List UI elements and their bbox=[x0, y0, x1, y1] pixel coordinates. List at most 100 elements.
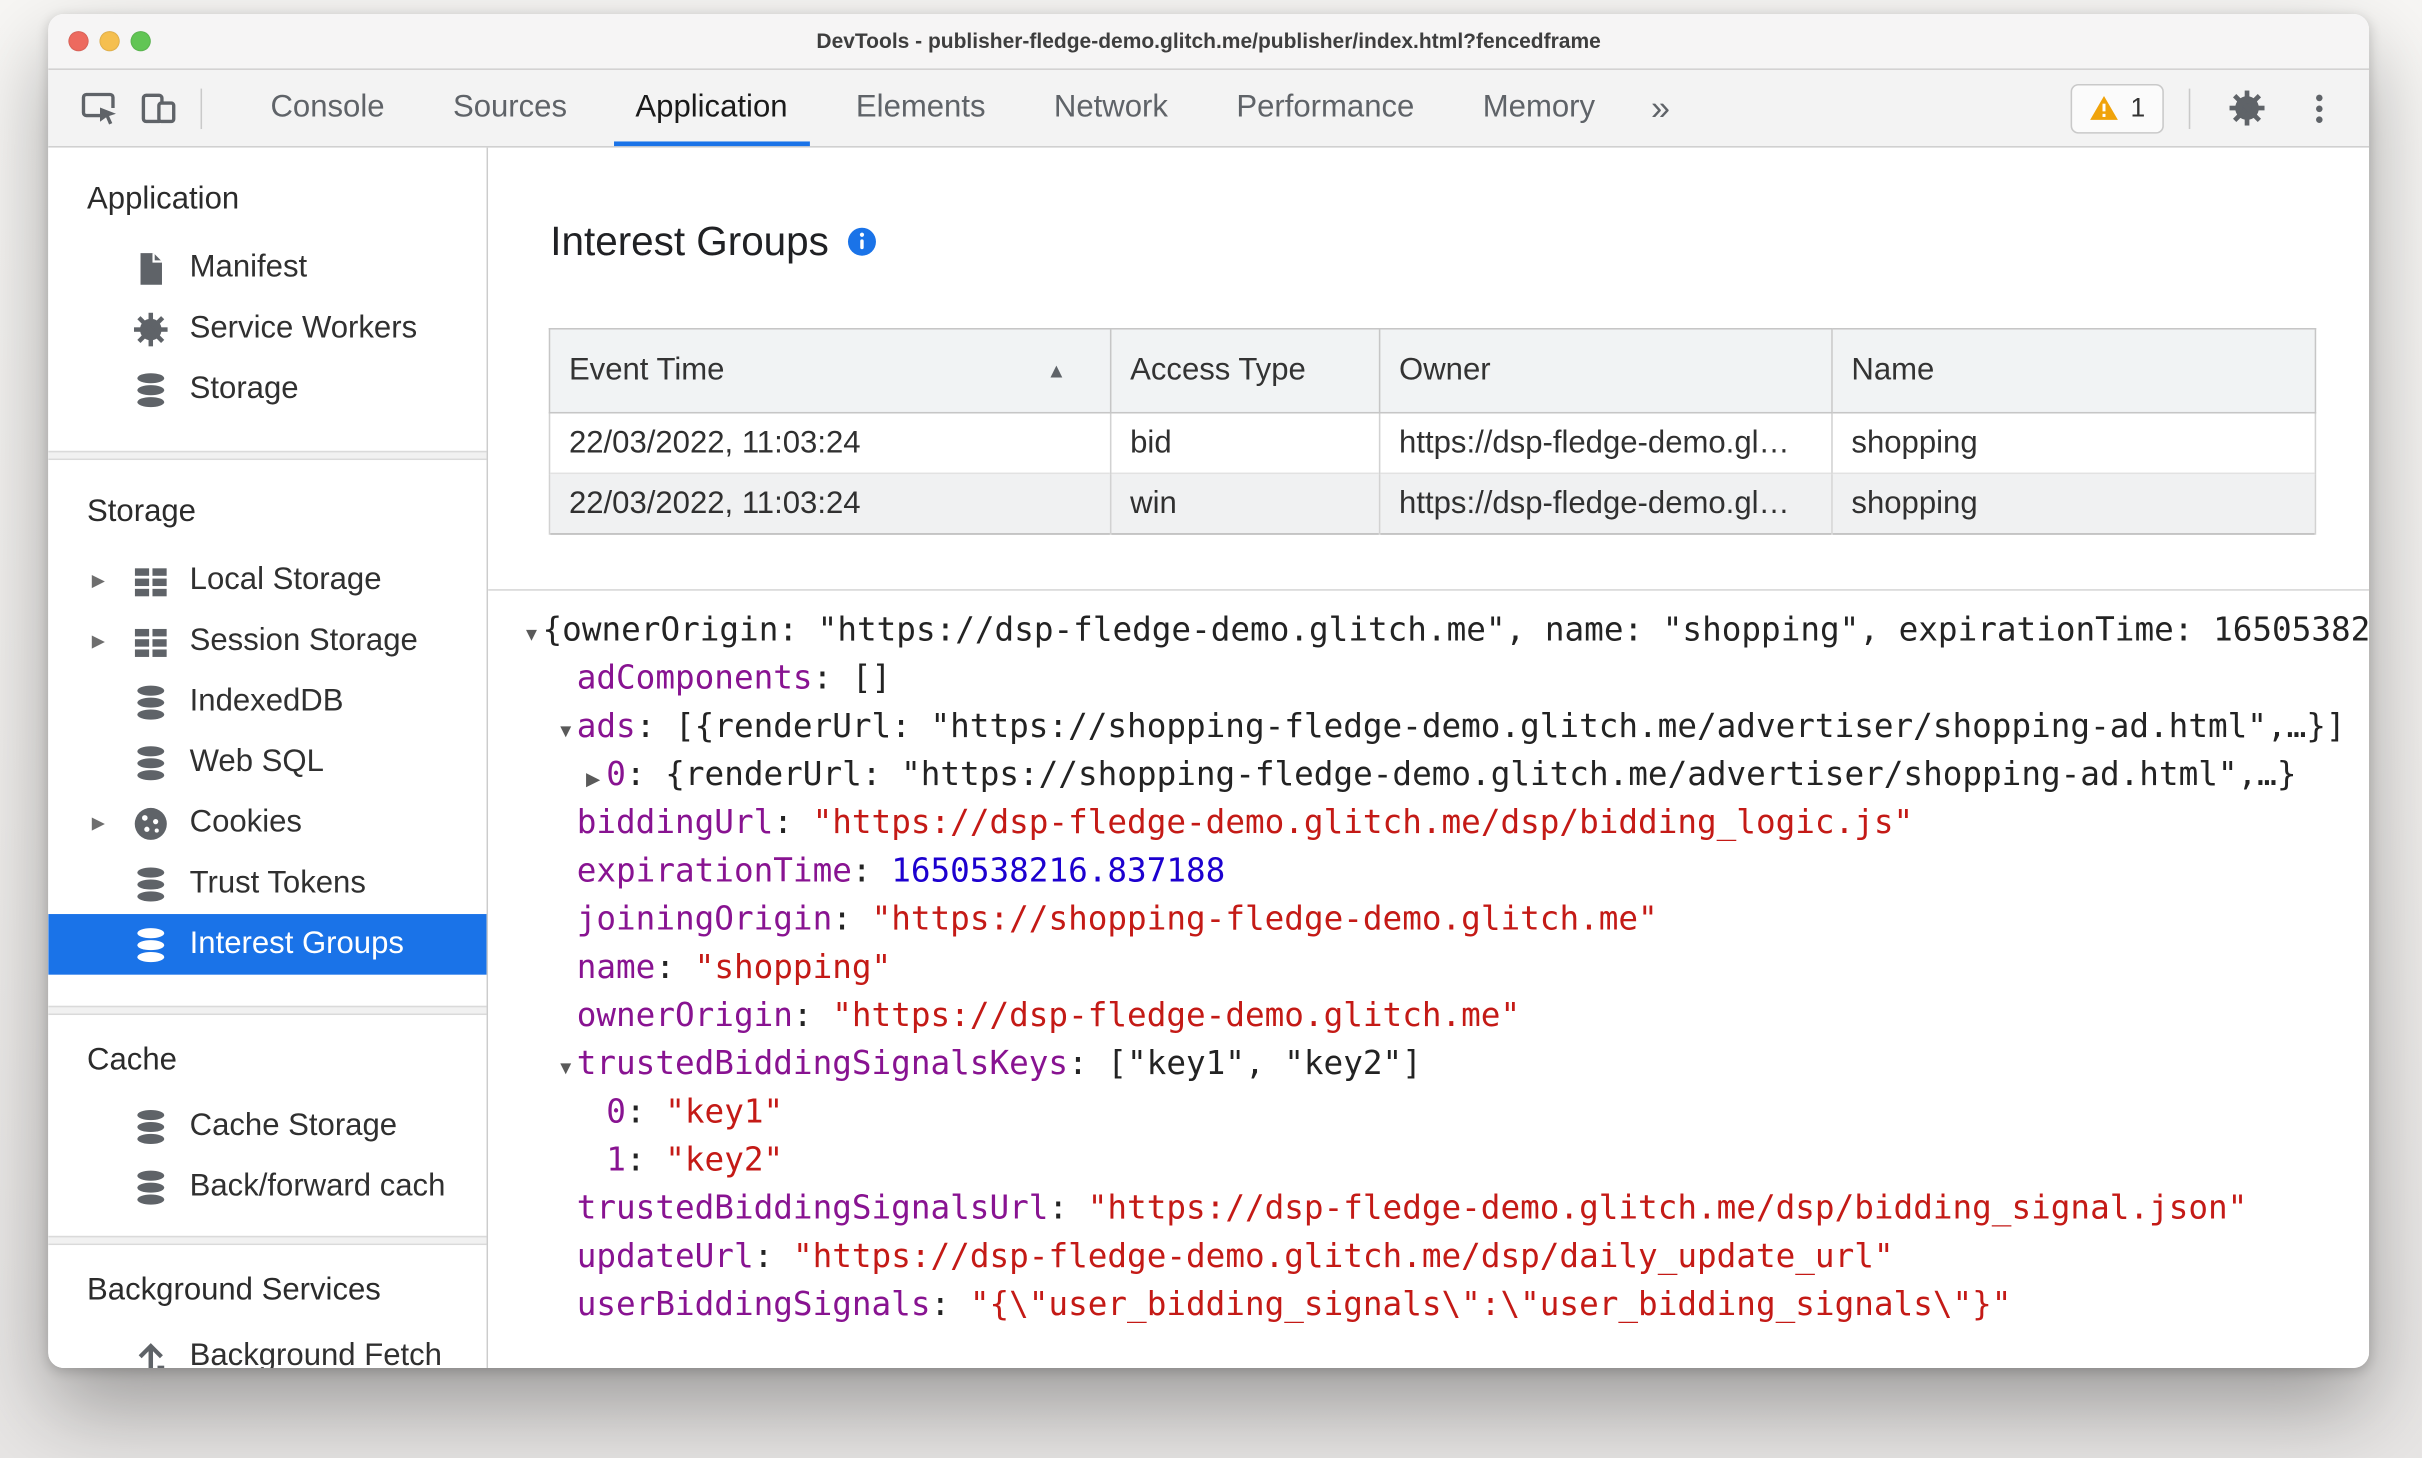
sidebar-item-local-storage[interactable]: ▶ Local Storage bbox=[48, 550, 486, 611]
expand-arrow-icon[interactable]: ▶ bbox=[92, 571, 132, 591]
sidebar-item-interest-groups[interactable]: Interest Groups bbox=[48, 914, 487, 975]
desktop-background: DevTools - publisher-fledge-demo.glitch.… bbox=[0, 0, 2422, 1458]
cell-event-time[interactable]: 22/03/2022, 11:03:24 bbox=[548, 411, 1112, 474]
tree-line-trustedbiddingsignalsurl[interactable]: trustedBiddingSignalsUrl: "https://dsp-f… bbox=[522, 1185, 2369, 1233]
cell-owner[interactable]: https://dsp-fledge-demo.gl… bbox=[1378, 472, 1833, 534]
cell-access-type[interactable]: win bbox=[1109, 472, 1381, 534]
sidebar-item-cookies[interactable]: ▶ Cookies bbox=[48, 793, 486, 854]
tab-application[interactable]: Application bbox=[601, 70, 821, 147]
collapsed-arrow-icon[interactable]: ▶ bbox=[586, 755, 606, 799]
column-header-label: Owner bbox=[1399, 352, 1491, 388]
json-tree: ▼{ownerOrigin: "https://dsp-fledge-demo.… bbox=[488, 591, 2369, 1329]
info-icon[interactable] bbox=[848, 226, 878, 256]
minimize-window-button[interactable] bbox=[99, 31, 120, 52]
sidebar-item-storage[interactable]: Storage bbox=[48, 359, 486, 420]
tree-line-name[interactable]: name: "shopping" bbox=[522, 944, 2369, 992]
database-icon bbox=[132, 1108, 169, 1145]
tab-memory[interactable]: Memory bbox=[1449, 70, 1630, 146]
zoom-window-button[interactable] bbox=[130, 31, 151, 52]
tree-plain: : bbox=[753, 1237, 793, 1275]
sidebar-item-manifest[interactable]: Manifest bbox=[48, 238, 486, 299]
tree-line-userbiddingsignals[interactable]: userBiddingSignals: "{\"user_bidding_sig… bbox=[522, 1281, 2369, 1329]
tab-console[interactable]: Console bbox=[236, 70, 418, 146]
cell-access-type[interactable]: bid bbox=[1109, 411, 1381, 474]
database-icon bbox=[132, 926, 169, 963]
sidebar-item-session-storage[interactable]: ▶ Session Storage bbox=[48, 611, 486, 672]
table-row[interactable]: 22/03/2022, 11:03:24 win https://dsp-fledg… bbox=[548, 472, 2317, 534]
tree-plain: {ownerOrigin: "https://dsp-fledge-demo.g… bbox=[542, 610, 2370, 649]
tree-line-adcomponents[interactable]: adComponents: [] bbox=[522, 654, 2369, 702]
tree-line-0[interactable]: ▶ 0: {renderUrl: "https://shopping-fledge… bbox=[522, 751, 2369, 799]
toolbar-separator bbox=[200, 87, 203, 129]
tree-key: adComponents bbox=[576, 659, 813, 697]
cell-name[interactable]: shopping bbox=[1831, 411, 2317, 474]
sidebar-item-back-forward-cach[interactable]: Back/forward cach bbox=[48, 1157, 486, 1218]
column-header-event-time[interactable]: Event Time ▲ bbox=[548, 327, 1112, 414]
devtools-content: Application Manifest Service Workers Storag… bbox=[48, 147, 2370, 1368]
inspect-element-icon[interactable] bbox=[79, 88, 119, 128]
sidebar-item-indexeddb[interactable]: IndexedDB bbox=[48, 672, 486, 733]
sidebar-item-label: IndexedDB bbox=[189, 683, 344, 719]
interest-groups-table: Event Time ▲ Access Type Owner Name 22/03/20… bbox=[548, 327, 2317, 535]
expanded-arrow-icon[interactable]: ▼ bbox=[522, 611, 542, 655]
tree-key: 1 bbox=[606, 1141, 626, 1179]
tree-plain: : bbox=[625, 1092, 666, 1131]
tab-sources[interactable]: Sources bbox=[419, 70, 601, 146]
settings-gear-icon[interactable] bbox=[2228, 89, 2267, 128]
sidebar-section-background-services: Background Services Background Fetch bbox=[48, 1245, 487, 1368]
tree-line-biddingurl[interactable]: biddingUrl: "https://dsp-fledge-demo.gli… bbox=[522, 799, 2369, 847]
tree-key: ownerOrigin bbox=[576, 996, 793, 1034]
expand-arrow-icon[interactable]: ▶ bbox=[92, 813, 132, 834]
section-title-application: Application bbox=[87, 181, 240, 216]
tree-string: "https://dsp-fledge-demo.glitch.me/dsp/b… bbox=[1087, 1189, 2248, 1227]
column-header-access-type[interactable]: Access Type bbox=[1109, 327, 1381, 414]
tree-line-updateurl[interactable]: updateUrl: "https://dsp-fledge-demo.glit… bbox=[522, 1233, 2369, 1281]
column-header-name[interactable]: Name bbox=[1831, 327, 2317, 414]
sidebar-item-label: Cookies bbox=[189, 805, 302, 840]
device-toolbar-icon[interactable] bbox=[138, 88, 178, 128]
sidebar-item-label: Trust Tokens bbox=[189, 865, 366, 901]
cell-owner[interactable]: https://dsp-fledge-demo.gl… bbox=[1378, 411, 1833, 474]
tree-plain: : bbox=[832, 900, 872, 938]
warning-icon bbox=[2089, 95, 2119, 121]
sidebar-item-cache-storage[interactable]: Cache Storage bbox=[48, 1096, 486, 1157]
sidebar-item-service-workers[interactable]: Service Workers bbox=[48, 298, 486, 359]
tree-line-expirationtime[interactable]: expirationTime: 1650538216.837188 bbox=[522, 847, 2369, 895]
tree-line-ads[interactable]: ▼ads: [{renderUrl: "https://shopping-fle… bbox=[522, 703, 2369, 751]
expand-arrow-icon[interactable]: ▶ bbox=[92, 631, 132, 652]
tree-key: 0 bbox=[606, 755, 626, 793]
close-window-button[interactable] bbox=[68, 31, 89, 52]
expanded-arrow-icon[interactable]: ▼ bbox=[557, 707, 577, 751]
tree-plain: : bbox=[930, 1285, 970, 1323]
table-row[interactable]: 22/03/2022, 11:03:24 bid https://dsp-fledg… bbox=[548, 411, 2317, 474]
interest-groups-panel: Interest Groups Event Time ▲ Access Type Ow… bbox=[488, 147, 2370, 1368]
cell-name[interactable]: shopping bbox=[1831, 472, 2317, 534]
tree-key: userBiddingSignals bbox=[576, 1285, 931, 1323]
tree-line-root[interactable]: ▼{ownerOrigin: "https://dsp-fledge-demo.… bbox=[522, 606, 2369, 654]
tab-elements[interactable]: Elements bbox=[822, 70, 1020, 146]
tree-line-joiningorigin[interactable]: joiningOrigin: "https://shopping-fledge-… bbox=[522, 895, 2369, 943]
more-tabs-icon[interactable]: » bbox=[1629, 88, 1692, 128]
tree-line-1[interactable]: 1: "key2" bbox=[522, 1136, 2369, 1184]
issues-badge[interactable]: 1 bbox=[2069, 83, 2164, 133]
fetch-icon bbox=[132, 1338, 169, 1368]
toolbar-separator bbox=[2188, 87, 2191, 129]
cell-event-time[interactable]: 22/03/2022, 11:03:24 bbox=[548, 472, 1112, 534]
window-titlebar[interactable]: DevTools - publisher-fledge-demo.glitch.… bbox=[48, 13, 2370, 70]
tree-line-ownerorigin[interactable]: ownerOrigin: "https://dsp-fledge-demo.gl… bbox=[522, 992, 2369, 1040]
kebab-menu-icon[interactable] bbox=[2301, 89, 2338, 126]
column-header-label: Name bbox=[1851, 352, 1935, 388]
expanded-arrow-icon[interactable]: ▼ bbox=[557, 1045, 577, 1089]
sidebar-item-web-sql[interactable]: Web SQL bbox=[48, 732, 486, 793]
database-icon bbox=[132, 744, 169, 781]
table-header-row: Event Time ▲ Access Type Owner Name bbox=[548, 327, 2317, 414]
issues-count: 1 bbox=[2130, 92, 2146, 123]
tree-line-trustedbiddingsignalskeys[interactable]: ▼trustedBiddingSignalsKeys: ["key1", "ke… bbox=[522, 1040, 2369, 1088]
tab-performance[interactable]: Performance bbox=[1202, 70, 1448, 146]
tree-line-0[interactable]: 0: "key1" bbox=[522, 1088, 2369, 1136]
sidebar-item-background-fetch[interactable]: Background Fetch bbox=[48, 1326, 486, 1368]
tree-key: biddingUrl bbox=[576, 803, 774, 841]
tab-network[interactable]: Network bbox=[1020, 70, 1202, 146]
column-header-owner[interactable]: Owner bbox=[1378, 327, 1833, 414]
sidebar-item-trust-tokens[interactable]: Trust Tokens bbox=[48, 853, 486, 914]
